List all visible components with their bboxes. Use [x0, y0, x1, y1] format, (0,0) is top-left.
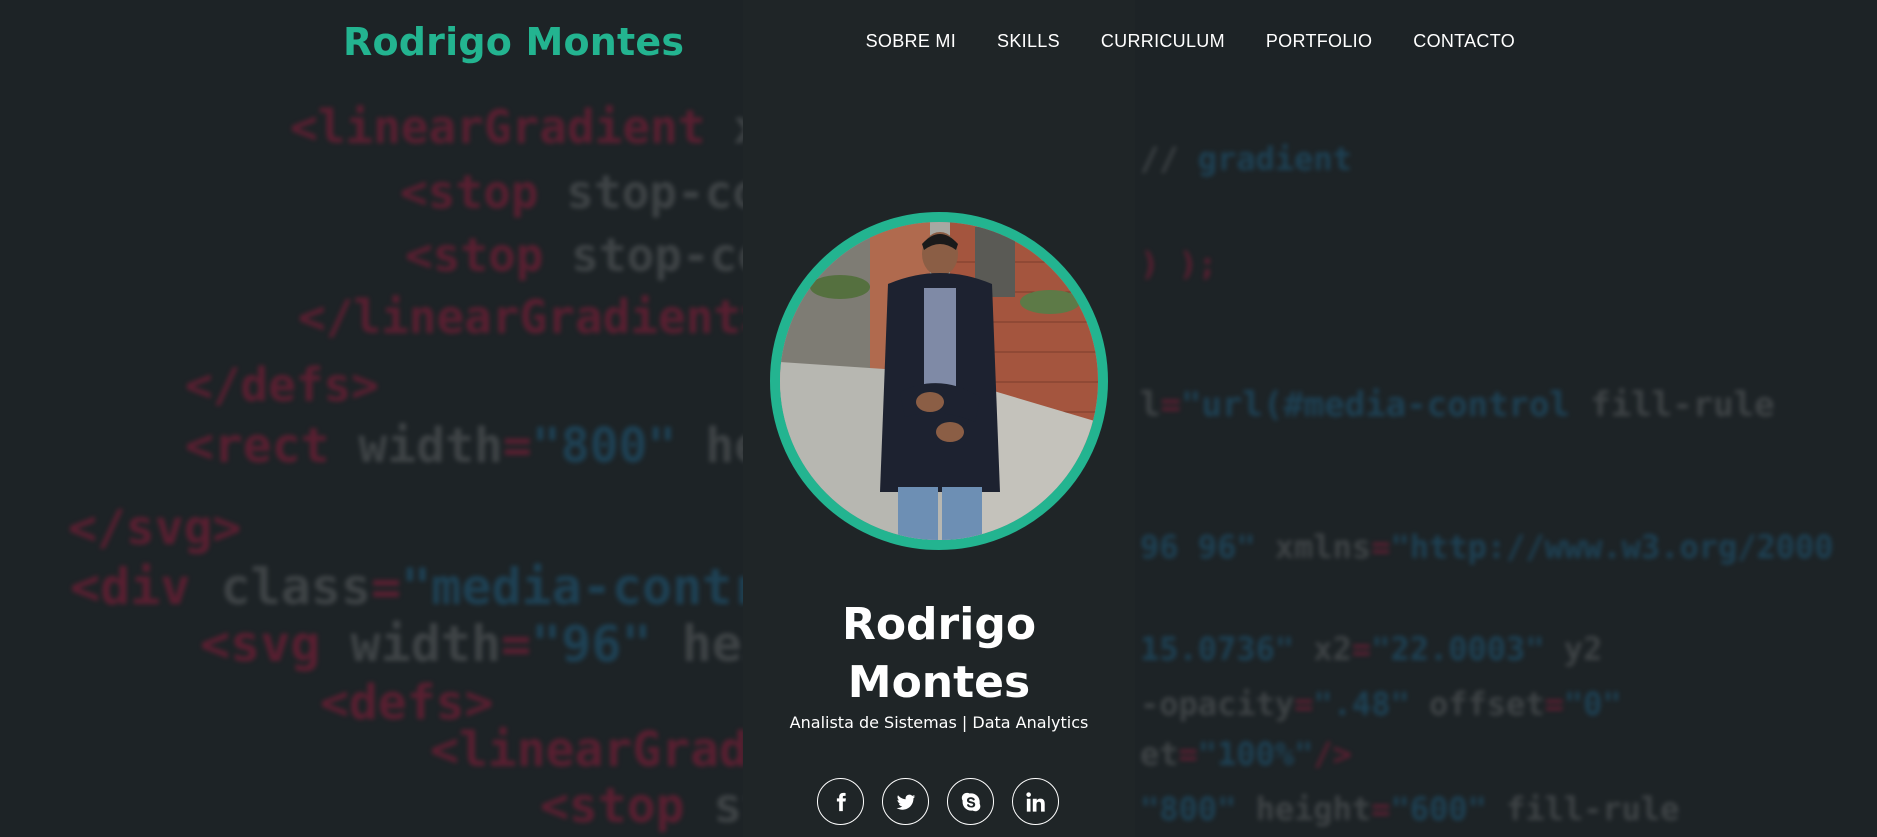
skype-button[interactable]: [947, 778, 994, 825]
profile-name: Rodrigo Montes: [743, 596, 1135, 712]
social-links: [817, 778, 1059, 825]
facebook-button[interactable]: [817, 778, 864, 825]
nav-portfolio[interactable]: PORTFOLIO: [1266, 31, 1372, 52]
twitter-button[interactable]: [882, 778, 929, 825]
facebook-icon: [836, 792, 846, 811]
linkedin-icon: [1025, 791, 1045, 812]
profile-photo: [770, 212, 1108, 550]
twitter-icon: [896, 794, 915, 810]
site-header: Rodrigo Montes SOBRE MI SKILLS CURRICULU…: [0, 0, 1877, 86]
main-nav: SOBRE MI SKILLS CURRICULUM PORTFOLIO CON…: [866, 31, 1515, 52]
profile-name-line1: Rodrigo: [841, 599, 1037, 650]
nav-curriculum[interactable]: CURRICULUM: [1101, 31, 1225, 52]
nav-contacto[interactable]: CONTACTO: [1413, 31, 1515, 52]
profile-photo-illustration: [780, 222, 1098, 540]
linkedin-button[interactable]: [1012, 778, 1059, 825]
nav-skills[interactable]: SKILLS: [997, 31, 1060, 52]
skype-icon: [961, 792, 980, 811]
site-logo[interactable]: Rodrigo Montes: [343, 20, 684, 64]
profile-name-line2: Montes: [847, 657, 1031, 708]
nav-sobre-mi[interactable]: SOBRE MI: [866, 31, 956, 52]
profile-subtitle: Analista de Sistemas | Data Analytics: [789, 713, 1089, 732]
